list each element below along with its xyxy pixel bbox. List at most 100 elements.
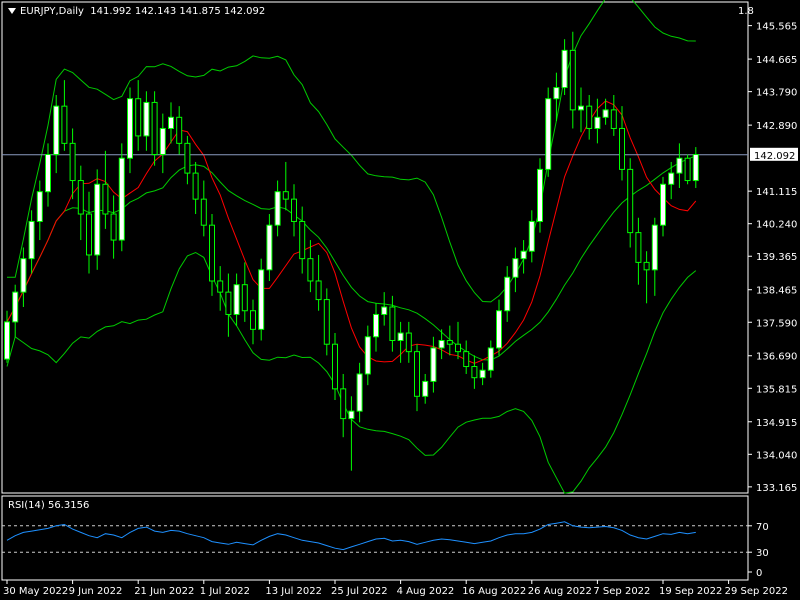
candle — [537, 158, 543, 233]
x-tick-label: 1 Jul 2022 — [200, 586, 250, 597]
candle — [291, 184, 297, 237]
candle — [53, 94, 60, 174]
candle — [168, 102, 174, 144]
candle — [422, 373, 429, 404]
rsi-panel — [2, 521, 748, 553]
candle-body — [332, 343, 338, 390]
moving-average-line — [6, 100, 697, 364]
candle-body — [348, 410, 355, 420]
candle-body — [438, 339, 445, 349]
candle-body — [422, 380, 429, 397]
candle-body — [602, 109, 609, 118]
candle — [414, 344, 420, 412]
candle — [217, 266, 224, 311]
candle-body — [53, 105, 60, 156]
candle-body — [20, 258, 27, 293]
candle-body — [258, 269, 265, 330]
candle — [127, 87, 133, 174]
candle-body — [692, 154, 699, 182]
candle-body — [291, 198, 297, 222]
candle — [209, 214, 215, 296]
candle-body — [578, 105, 584, 111]
y-tick-label: 133.165 — [756, 483, 797, 494]
candle — [176, 106, 183, 155]
bollinger-upper-band — [7, 0, 696, 303]
x-tick-label: 7 Sep 2022 — [593, 586, 650, 597]
candle — [381, 292, 388, 326]
candle — [28, 210, 35, 274]
bollinger-middle-band — [6, 155, 696, 361]
candle — [94, 169, 101, 270]
candle-body — [660, 183, 666, 226]
candle-body — [28, 220, 35, 260]
candle — [668, 161, 675, 200]
price-chart[interactable]: 145.565 144.665 143.790 142.890 141.115 140.2… — [0, 0, 800, 600]
y-tick-label: 144.665 — [756, 55, 797, 66]
candle-body — [627, 168, 634, 234]
candle — [430, 336, 437, 393]
x-tick-label: 9 Jun 2022 — [69, 586, 123, 597]
candle-body — [430, 347, 437, 382]
candle-body — [36, 191, 43, 222]
candle-body — [594, 116, 601, 129]
x-tick-label: 21 Jun 2022 — [134, 586, 194, 597]
candle — [684, 154, 691, 185]
y-tick-label: 140.240 — [756, 220, 797, 231]
candle-body — [315, 280, 322, 301]
candle-body — [496, 310, 502, 349]
candle — [184, 135, 191, 185]
candle-body — [323, 299, 330, 345]
candle-body — [619, 127, 625, 170]
candle — [250, 299, 256, 345]
candle-body — [168, 116, 174, 129]
candle-body — [274, 191, 281, 226]
candle-body — [487, 347, 494, 371]
candle — [643, 251, 650, 304]
candle-body — [364, 336, 371, 375]
candle — [660, 176, 666, 237]
candle-body — [200, 198, 207, 226]
candle — [69, 128, 76, 200]
candle-body — [643, 261, 650, 271]
candle — [45, 143, 51, 207]
candle — [36, 180, 43, 241]
candle — [619, 106, 625, 181]
candle-body — [537, 168, 543, 222]
x-tick-label: 19 Sep 2022 — [659, 586, 722, 597]
candle-body — [389, 306, 396, 341]
candle — [578, 87, 584, 133]
candle — [77, 165, 84, 241]
candle — [610, 94, 617, 136]
candle — [274, 180, 281, 237]
candle-body — [356, 373, 363, 412]
candle — [676, 143, 683, 188]
y-tick-label: 134.040 — [756, 450, 797, 461]
candle-body — [463, 351, 470, 368]
candle — [143, 91, 150, 151]
candle-body — [340, 388, 347, 420]
candle-body — [192, 172, 199, 200]
candle — [487, 340, 494, 378]
candle — [135, 80, 142, 151]
candle — [110, 195, 117, 259]
candle-body — [86, 213, 92, 256]
candle — [512, 247, 519, 293]
candle — [561, 39, 568, 95]
chart-frame — [1, 1, 749, 581]
candle-body — [471, 366, 478, 379]
candle-body — [635, 232, 642, 263]
candle-body — [610, 109, 617, 129]
y-tick-label: 139.365 — [756, 252, 797, 263]
y-tick-label: 135.815 — [756, 384, 797, 395]
candle-body — [299, 220, 306, 260]
candle-body — [12, 291, 19, 323]
x-tick-label: 4 Aug 2022 — [397, 586, 455, 597]
candle — [102, 150, 109, 229]
candle — [446, 325, 453, 356]
candle-body — [176, 116, 183, 144]
y-tick-label: 136.690 — [756, 352, 797, 363]
candle-body — [569, 49, 576, 111]
candle — [496, 299, 502, 356]
candle-body — [545, 98, 552, 170]
candle — [528, 210, 535, 263]
